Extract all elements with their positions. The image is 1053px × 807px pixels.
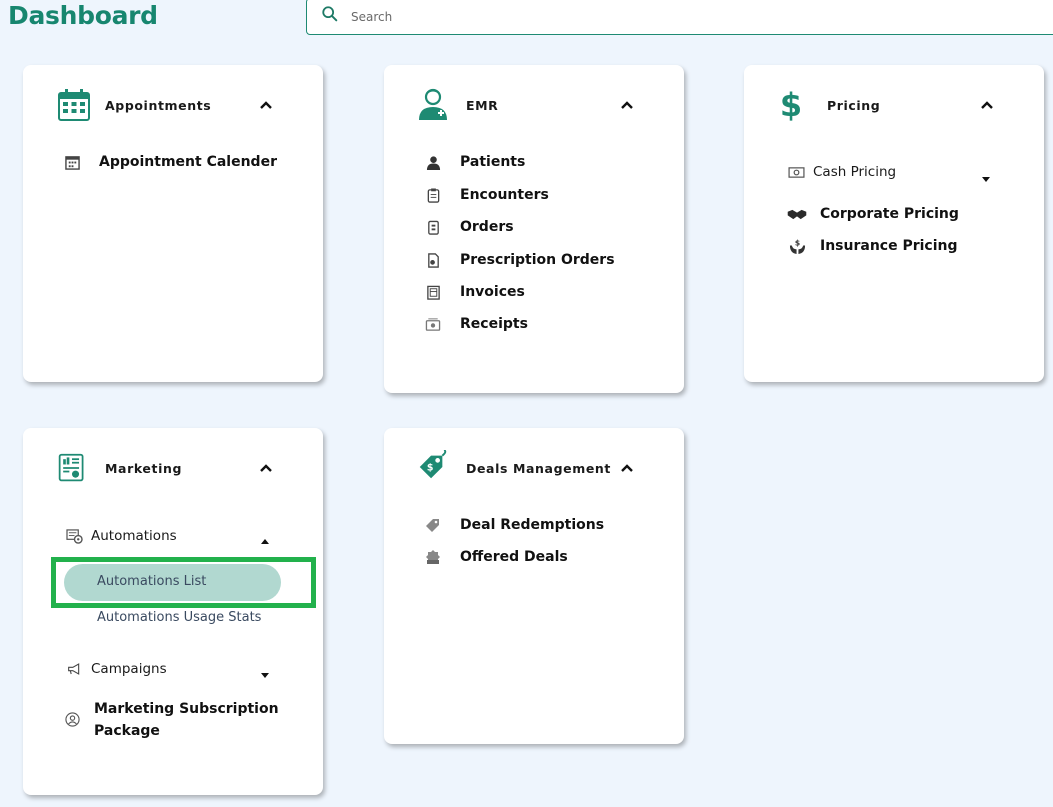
page-title: Dashboard bbox=[8, 1, 158, 30]
user-circle-icon bbox=[63, 710, 81, 728]
svg-text:$: $ bbox=[427, 463, 434, 474]
nav-item-deal-redemptions[interactable]: Deal Redemptions bbox=[424, 516, 604, 534]
nav-item-label: Insurance Pricing bbox=[820, 238, 958, 254]
nav-item-label: Deal Redemptions bbox=[460, 517, 605, 533]
nav-item-offered-deals[interactable]: Offered Deals bbox=[424, 548, 568, 566]
doctor-icon bbox=[416, 87, 450, 121]
nav-item-appointment-calender[interactable]: Appointment Calender bbox=[63, 153, 277, 171]
chevron-up-icon[interactable] bbox=[258, 98, 274, 112]
automations-toggle[interactable]: Automations bbox=[65, 527, 177, 545]
nav-item-marketing-subscription-package[interactable]: Marketing Subscription Package bbox=[63, 698, 279, 742]
nav-item-automations-usage-stats[interactable]: Automations Usage Stats bbox=[97, 610, 261, 625]
receipt-icon bbox=[424, 315, 442, 333]
nav-item-label: Invoices bbox=[460, 284, 525, 300]
caret-up-icon[interactable] bbox=[260, 533, 270, 544]
nav-item-insurance-pricing[interactable]: $ Insurance Pricing bbox=[786, 237, 958, 255]
nav-item-orders[interactable]: Orders bbox=[424, 218, 514, 236]
appointments-card: Appointments Appointment Calender bbox=[23, 65, 323, 382]
chevron-up-icon[interactable] bbox=[258, 461, 274, 475]
tag-small-icon bbox=[424, 516, 442, 534]
emr-card: EMR Patients Encounters Orders Prescript… bbox=[384, 65, 684, 393]
nav-item-label: Prescription Orders bbox=[460, 252, 615, 268]
nav-item-label-line1: Marketing Subscription bbox=[94, 701, 279, 717]
nav-item-encounters[interactable]: Encounters bbox=[424, 186, 549, 204]
chevron-up-icon[interactable] bbox=[619, 98, 635, 112]
card-header[interactable]: EMR bbox=[384, 65, 684, 145]
svg-text:$: $ bbox=[780, 87, 802, 121]
svg-text:$: $ bbox=[794, 238, 799, 247]
nav-item-label: Patients bbox=[460, 154, 526, 170]
badge-icon bbox=[424, 548, 442, 566]
subhead-label: Cash Pricing bbox=[813, 164, 897, 180]
card-header[interactable]: Marketing bbox=[23, 428, 323, 508]
clipboard-icon bbox=[424, 186, 442, 204]
caret-down-icon[interactable] bbox=[981, 170, 991, 182]
nav-item-prescription-orders[interactable]: Prescription Orders bbox=[424, 251, 615, 269]
nav-item-invoices[interactable]: Invoices bbox=[424, 283, 525, 301]
nav-item-receipts[interactable]: Receipts bbox=[424, 315, 528, 333]
pricing-card: $ Pricing Cash Pricing Corporate Pricing… bbox=[744, 65, 1044, 382]
search-bar[interactable] bbox=[306, 0, 1053, 35]
chevron-up-icon[interactable] bbox=[619, 461, 635, 475]
card-title: Marketing bbox=[105, 461, 183, 476]
nav-item-label: Marketing Subscription Package bbox=[94, 698, 279, 742]
nav-item-label: Orders bbox=[460, 219, 514, 235]
handshake-icon bbox=[786, 205, 808, 223]
report-icon bbox=[57, 452, 91, 486]
prescription-icon bbox=[424, 251, 442, 269]
nav-item-label: Receipts bbox=[460, 316, 528, 332]
card-title: Deals Management bbox=[466, 461, 611, 476]
calendar-grid-icon bbox=[63, 153, 81, 171]
nav-item-label: Corporate Pricing bbox=[820, 206, 959, 222]
card-header[interactable]: $ Pricing bbox=[744, 65, 1044, 145]
invoice-icon bbox=[424, 283, 442, 301]
search-icon bbox=[321, 5, 339, 28]
nav-item-label: Encounters bbox=[460, 187, 549, 203]
insurance-hands-icon: $ bbox=[786, 237, 808, 255]
card-header[interactable]: $ Deals Management bbox=[384, 428, 684, 508]
campaigns-toggle[interactable]: Campaigns bbox=[65, 660, 167, 678]
deals-management-card: $ Deals Management Deal Redemptions Offe… bbox=[384, 428, 684, 744]
chevron-up-icon[interactable] bbox=[979, 98, 995, 112]
dollar-icon: $ bbox=[774, 86, 808, 124]
card-title: Pricing bbox=[827, 98, 881, 113]
megaphone-icon bbox=[65, 660, 83, 678]
highlight-box bbox=[51, 557, 316, 608]
caret-down-icon[interactable] bbox=[260, 666, 270, 678]
nav-item-patients[interactable]: Patients bbox=[424, 153, 525, 171]
subhead-label: Automations bbox=[91, 528, 177, 544]
calendar-icon bbox=[57, 88, 91, 122]
patient-icon bbox=[424, 153, 442, 171]
nav-item-label-line2: Package bbox=[94, 723, 160, 739]
nav-item-label: Appointment Calender bbox=[99, 154, 277, 170]
nav-item-corporate-pricing[interactable]: Corporate Pricing bbox=[786, 205, 959, 223]
subhead-label: Campaigns bbox=[91, 661, 167, 677]
order-icon bbox=[424, 218, 442, 236]
cash-pricing-toggle[interactable]: Cash Pricing bbox=[787, 163, 896, 181]
cash-icon bbox=[787, 163, 805, 181]
card-title: Appointments bbox=[105, 98, 212, 113]
nav-item-label: Offered Deals bbox=[460, 549, 568, 565]
tag-icon: $ bbox=[416, 449, 450, 484]
automation-icon bbox=[65, 527, 83, 545]
card-header[interactable]: Appointments bbox=[23, 65, 323, 145]
search-input[interactable] bbox=[351, 9, 751, 24]
card-title: EMR bbox=[466, 98, 499, 113]
